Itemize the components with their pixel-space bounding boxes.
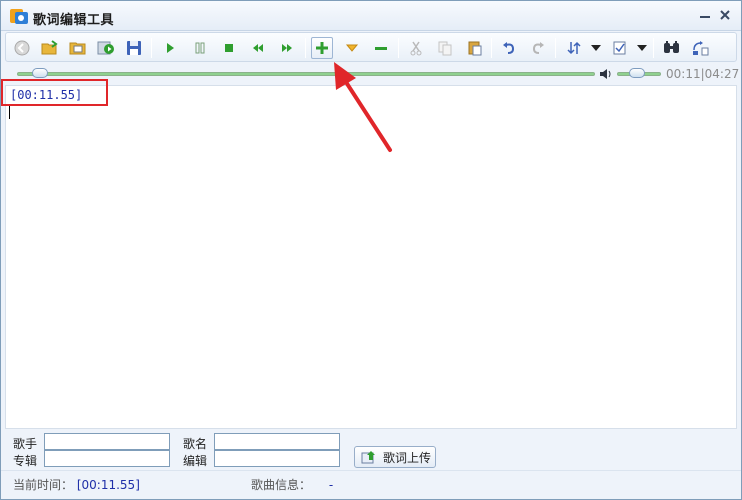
undo-button[interactable] [498,37,520,59]
play-export-icon [97,41,114,55]
undo-icon [503,42,515,54]
song-metadata-panel: 歌手 专辑 歌名 编辑 歌词上传 [5,430,737,470]
window-title: 歌词编辑工具 [33,13,115,28]
paste-icon [468,41,482,56]
highlight-annotation-box [1,79,108,106]
replace-button[interactable] [690,37,712,59]
cut-icon [410,41,422,56]
add-tag-button[interactable] [311,37,333,59]
redo-button[interactable] [527,37,549,59]
insert-down-icon [345,44,359,52]
add-tag-icon [316,42,328,54]
editor-field[interactable] [214,450,340,467]
pause-icon [195,42,205,54]
copy-icon [438,41,452,56]
chevron-down-icon [637,45,647,51]
title-bar: 歌词编辑工具 [1,1,741,31]
volume-icon[interactable] [599,68,613,80]
singer-label: 歌手 [13,437,38,451]
album-label: 专辑 [13,454,38,468]
open-file-icon [69,42,86,55]
toolbar [5,32,737,62]
remove-tag-button[interactable] [370,37,392,59]
upload-lyrics-label: 歌词上传 [383,450,432,465]
chevron-down-icon [591,45,601,51]
song-title-field[interactable] [214,433,340,450]
fast-forward-icon [282,44,292,52]
open-file-button[interactable] [67,37,89,59]
player-bar: 00:11|04:27 [5,64,739,84]
toolbar-separator [555,38,556,58]
replace-icon [693,41,709,56]
rewind-icon [253,44,263,52]
close-button[interactable] [715,5,735,25]
back-button[interactable] [11,37,33,59]
check-dropdown-button[interactable] [637,42,647,54]
upload-lyrics-button[interactable]: 歌词上传 [354,446,436,468]
open-folder-button[interactable] [39,37,61,59]
current-time-status: 当前时间： [00:11.55] [13,476,140,493]
status-bar: 当前时间： [00:11.55] 歌曲信息： - [1,470,741,499]
stop-button[interactable] [218,37,240,59]
insert-down-button[interactable] [341,37,363,59]
check-icon [613,41,626,55]
song-info-status: 歌曲信息： - [251,476,333,493]
toolbar-separator [305,38,306,58]
paste-button[interactable] [464,37,486,59]
app-logo-icon [10,8,28,24]
stop-icon [225,44,233,52]
play-button[interactable] [159,37,181,59]
redo-icon [532,42,544,54]
upload-icon [361,451,375,464]
close-icon [720,10,730,20]
minimize-icon [700,16,710,18]
play-export-button[interactable] [95,37,117,59]
sort-button[interactable] [563,37,585,59]
remove-tag-icon [375,47,387,50]
sort-icon [567,41,581,55]
play-icon [167,43,174,53]
rewind-button[interactable] [247,37,269,59]
current-time-status-value: [00:11.55] [76,478,140,492]
find-button[interactable] [661,37,683,59]
toolbar-separator [398,38,399,58]
text-caret [9,106,10,119]
current-time: 00:11 [666,67,701,81]
song-info-status-label: 歌曲信息： [251,478,312,492]
total-time: 04:27 [704,67,740,81]
find-icon [664,41,679,53]
toolbar-separator [151,38,152,58]
editor-label: 编辑 [183,454,208,468]
toolbar-separator [653,38,654,58]
back-icon [14,40,30,56]
sort-dropdown-button[interactable] [591,42,601,54]
lyrics-editor-window: 歌词编辑工具 00:11|04:27 [00:11.55] 歌手 专辑 歌名 编… [0,0,742,500]
pause-button[interactable] [189,37,211,59]
fast-forward-button[interactable] [276,37,298,59]
current-time-status-label: 当前时间： [13,478,74,492]
album-field[interactable] [44,450,170,467]
song-title-label: 歌名 [183,437,208,451]
cut-button[interactable] [405,37,427,59]
minimize-button[interactable] [695,5,715,25]
seek-slider-handle[interactable] [32,68,49,78]
save-icon [127,41,141,55]
check-button[interactable] [609,37,631,59]
save-button[interactable] [123,37,145,59]
toolbar-separator [491,38,492,58]
song-info-status-value: - [328,478,334,492]
volume-slider-handle[interactable] [628,68,645,78]
lyrics-text-area[interactable]: [00:11.55] [5,85,737,429]
copy-button[interactable] [434,37,456,59]
time-display: 00:11|04:27 [666,67,739,81]
seek-track[interactable] [17,72,595,76]
singer-field[interactable] [44,433,170,450]
open-folder-icon [41,40,58,55]
